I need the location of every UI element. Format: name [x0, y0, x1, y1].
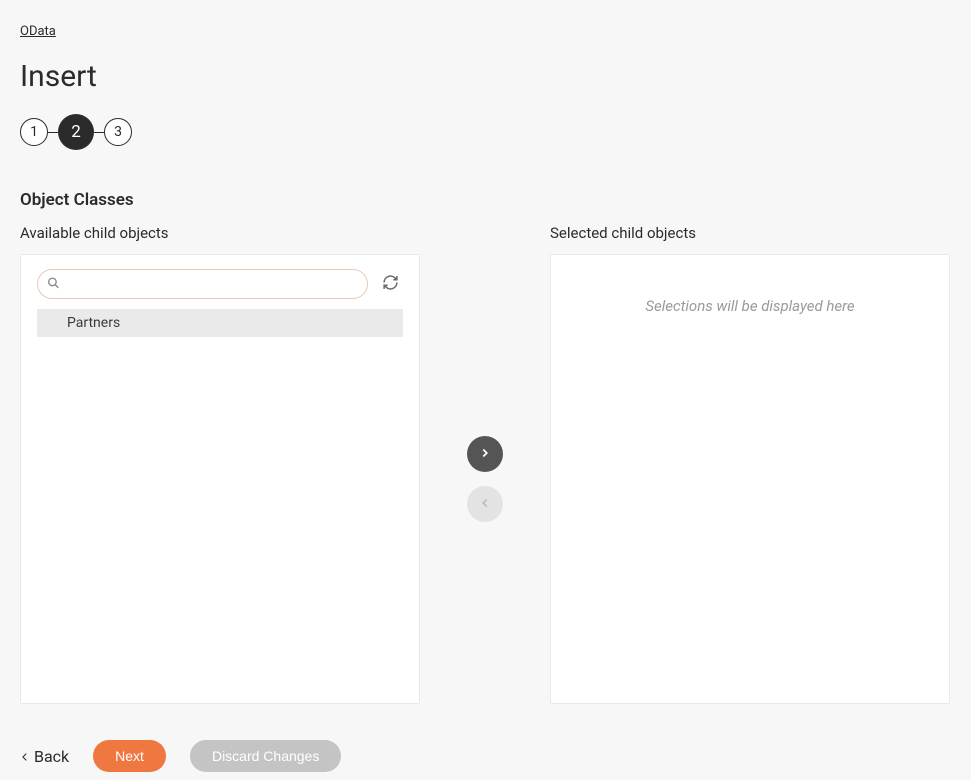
available-panel: Partners: [20, 254, 420, 704]
step-2[interactable]: 2: [58, 114, 94, 150]
list-item[interactable]: Partners: [37, 309, 403, 337]
search-wrap: [37, 269, 368, 299]
step-1[interactable]: 1: [20, 118, 48, 146]
remove-button: [467, 486, 503, 522]
section-title: Object Classes: [20, 190, 951, 210]
discard-button[interactable]: Discard Changes: [190, 740, 341, 772]
page-title: Insert: [20, 59, 951, 94]
selected-column: Selected child objects Selections will b…: [550, 224, 950, 704]
breadcrumb-odata[interactable]: OData: [20, 24, 56, 39]
refresh-button[interactable]: [378, 270, 403, 298]
transfer-column: [420, 224, 550, 704]
available-label: Available child objects: [20, 224, 420, 242]
selected-placeholder: Selections will be displayed here: [551, 255, 949, 315]
refresh-icon: [382, 274, 399, 294]
selected-label: Selected child objects: [550, 224, 950, 242]
search-input[interactable]: [37, 269, 368, 299]
back-label: Back: [34, 747, 69, 766]
chevron-left-icon: [20, 747, 30, 766]
selected-panel: Selections will be displayed here: [550, 254, 950, 704]
search-row: [37, 269, 403, 299]
available-list: Partners: [37, 309, 403, 699]
dual-list: Available child objects: [20, 224, 951, 704]
stepper: 1 2 3: [20, 114, 951, 150]
back-button[interactable]: Back: [20, 747, 69, 766]
footer: Back Next Discard Changes: [20, 740, 951, 772]
chevron-left-icon: [478, 496, 492, 513]
next-button[interactable]: Next: [93, 740, 166, 772]
step-3[interactable]: 3: [104, 118, 132, 146]
chevron-right-icon: [478, 446, 492, 463]
search-icon: [47, 275, 60, 294]
available-column: Available child objects: [20, 224, 420, 704]
step-connector: [94, 132, 104, 133]
step-connector: [48, 132, 58, 133]
add-button[interactable]: [467, 436, 503, 472]
